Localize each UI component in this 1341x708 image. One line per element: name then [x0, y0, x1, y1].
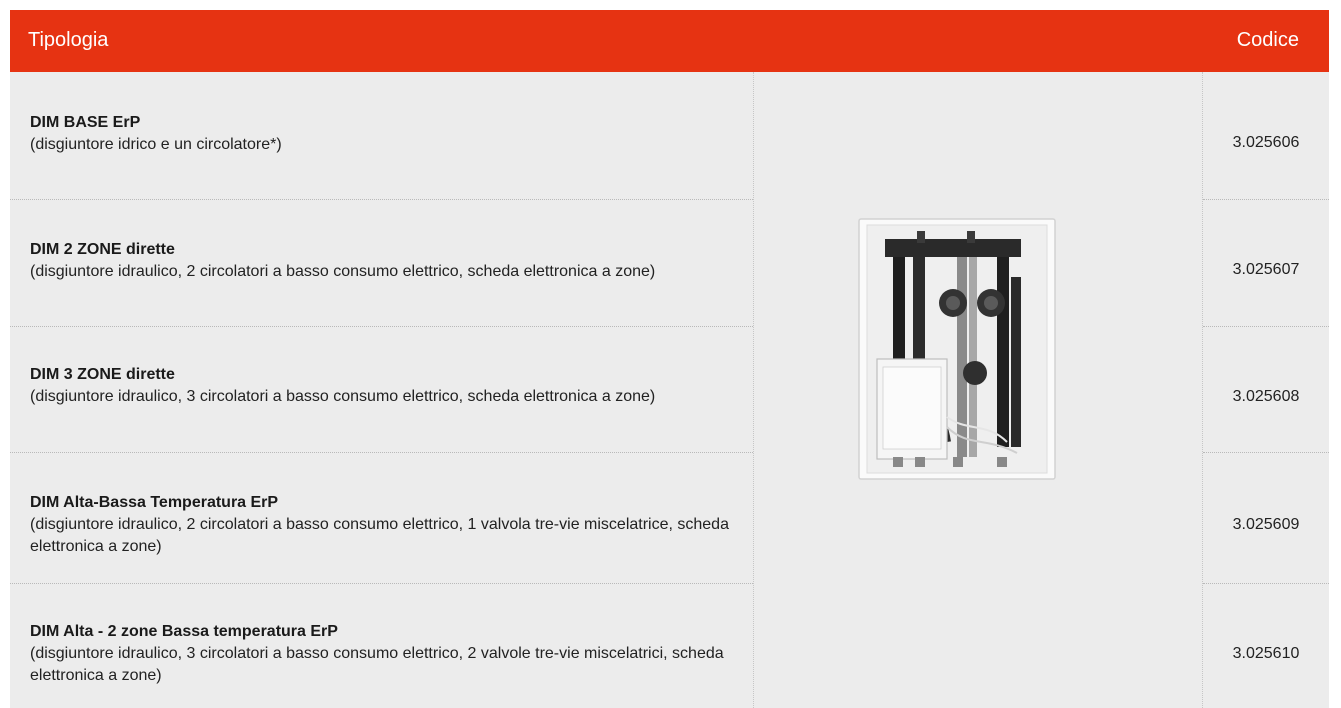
table-row: DIM Alta - 2 zone Bassa temperatura ErP …: [10, 583, 1329, 708]
row-details: (disgiuntore idraulico, 3 circolatori a …: [30, 388, 656, 405]
table-row: DIM 2 ZONE dirette (disgiuntore idraulic…: [10, 199, 1329, 326]
table-header: Tipologia Codice: [10, 10, 1329, 72]
row-description: DIM Alta-Bassa Temperatura ErP (disgiunt…: [30, 492, 750, 558]
row-details: (disgiuntore idraulico, 2 circolatori a …: [30, 263, 656, 280]
row-code: 3.025607: [1232, 261, 1300, 278]
row-code: 3.025610: [1232, 645, 1300, 662]
table-row: DIM 3 ZONE dirette (disgiuntore idraulic…: [10, 326, 1329, 452]
table-row: DIM BASE ErP (disgiuntore idrico e un ci…: [10, 72, 1329, 199]
row-details: (disgiuntore idrico e un circolatore*): [30, 136, 282, 153]
row-title: DIM 2 ZONE dirette: [30, 241, 175, 258]
row-description: DIM BASE ErP (disgiuntore idrico e un ci…: [30, 112, 750, 156]
row-description: DIM 3 ZONE dirette (disgiuntore idraulic…: [30, 364, 750, 408]
row-code: 3.025608: [1232, 388, 1300, 405]
row-code: 3.025606: [1232, 134, 1300, 151]
row-code: 3.025609: [1232, 516, 1300, 533]
row-description: DIM 2 ZONE dirette (disgiuntore idraulic…: [30, 239, 750, 283]
row-title: DIM Alta-Bassa Temperatura ErP: [30, 494, 279, 511]
header-tipologia: Tipologia: [28, 29, 109, 51]
product-table: Tipologia Codice DIM BASE ErP (disgiunto…: [10, 10, 1329, 708]
table-row: DIM Alta-Bassa Temperatura ErP (disgiunt…: [10, 452, 1329, 583]
row-title: DIM BASE ErP: [30, 114, 141, 131]
row-details: (disgiuntore idraulico, 2 circolatori a …: [30, 516, 729, 555]
hydraulic-manifold-unit-image: [858, 218, 1056, 480]
row-title: DIM Alta - 2 zone Bassa temperatura ErP: [30, 623, 338, 640]
row-description: DIM Alta - 2 zone Bassa temperatura ErP …: [30, 621, 750, 687]
header-codice: Codice: [1236, 29, 1299, 51]
row-details: (disgiuntore idraulico, 3 circolatori a …: [30, 645, 724, 684]
row-title: DIM 3 ZONE dirette: [30, 366, 175, 383]
